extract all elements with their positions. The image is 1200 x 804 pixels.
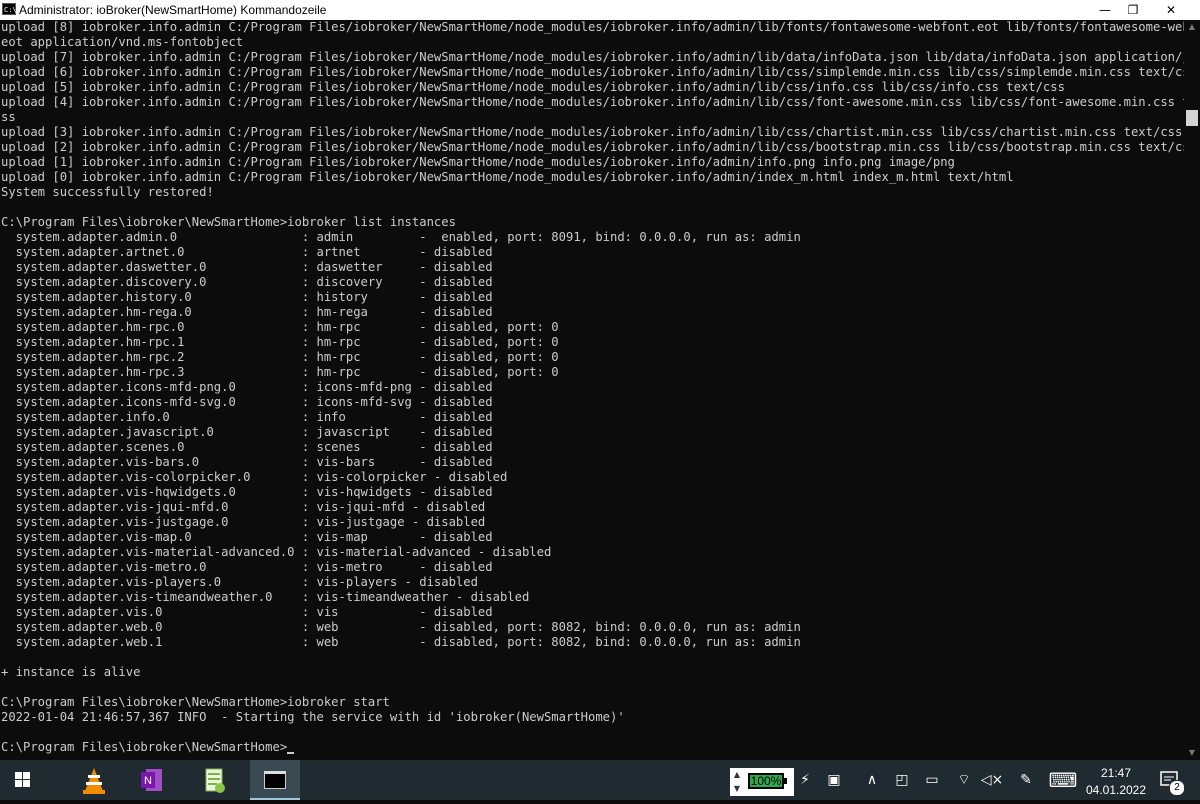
console-line: upload [7] iobroker.info.admin C:/Progra… [1,50,1184,64]
clock-time: 21:47 [1100,766,1132,780]
battery-widget-arrows[interactable]: ▲ ▼ [730,768,744,796]
scroll-thumb[interactable] [1186,110,1198,126]
console-line: system.adapter.discovery.0 : discovery -… [1,275,493,289]
console-line: system.adapter.vis-timeandweather.0 : vi… [1,590,530,604]
console-line: system.adapter.hm-rpc.0 : hm-rpc - disab… [1,320,559,334]
battery-widget[interactable]: ▲ ▼ 100% [730,768,794,796]
console-line: C:\Program Files\iobroker\NewSmartHome> [1,740,288,754]
console-line: system.adapter.vis-material-advanced.0 :… [1,545,552,559]
windows-logo-pane [23,780,30,787]
console-line: system.adapter.vis-justgage.0 : vis-just… [1,515,486,529]
onenote-icon: N [141,769,162,791]
console-line: 2022-01-04 21:46:57,367 INFO - Starting … [1,710,625,724]
console-line: system.adapter.vis-jqui-mfd.0 : vis-jqui… [1,500,486,514]
console-line: eot application/vnd.ms-fontobject [1,35,244,49]
console-line: system.adapter.hm-rega.0 : hm-rega - dis… [1,305,493,319]
console-line: upload [3] iobroker.info.admin C:/Progra… [1,125,1183,139]
scroll-up-arrow-icon[interactable]: ▲ [1184,20,1200,34]
console-line: system.adapter.info.0 : info - disabled [1,410,493,424]
console-line: system.adapter.daswetter.0 : daswetter -… [1,260,493,274]
console-line: upload [2] iobroker.info.admin C:/Progra… [1,140,1184,154]
console-line: upload [6] iobroker.info.admin C:/Progra… [1,65,1184,79]
console-output[interactable]: upload [8] iobroker.info.admin C:/Progra… [0,20,1184,760]
meet-now-icon[interactable]: ◰ [890,760,914,800]
console-line: system.adapter.artnet.0 : artnet - disab… [1,245,493,259]
battery-nub [784,778,787,784]
console-line: C:\Program Files\iobroker\NewSmartHome>i… [1,695,390,709]
taskbar-notepad-plus-button[interactable] [190,760,238,800]
console-line: system.adapter.scenes.0 : scenes - disab… [1,440,493,454]
close-button[interactable]: ✕ [1148,0,1194,20]
notepad-plus-icon [205,768,225,793]
scroll-down-arrow-icon[interactable]: ▼ [1184,746,1200,760]
clock[interactable]: 21:47 04.01.2022 [1082,760,1150,800]
clock-date: 04.01.2022 [1085,783,1147,797]
console-line: system.adapter.web.0 : web - disabled, p… [1,620,801,634]
title-bar[interactable]: C:\. Administrator: ioBroker(NewSmartHom… [0,0,1200,20]
console-line: system.adapter.icons-mfd-png.0 : icons-m… [1,380,493,394]
window-title: Administrator: ioBroker(NewSmartHome) Ko… [19,3,327,17]
console-line: upload [8] iobroker.info.admin C:/Progra… [1,20,1184,34]
cmd-app-icon: C:\. [2,3,21,15]
console-line: system.adapter.vis.0 : vis - disabled [1,605,493,619]
volume-muted-icon[interactable]: ◁× [980,760,1004,800]
wifi-icon[interactable]: ⌔ [952,760,976,800]
console-line: + instance is alive [1,665,141,679]
console-line: system.adapter.vis-hqwidgets.0 : vis-hqw… [1,485,493,499]
windows-logo-pane [23,772,30,779]
console-line: upload [1] iobroker.info.admin C:/Progra… [1,155,955,169]
touch-keyboard-icon[interactable]: ⌨ [1046,760,1080,800]
windows-logo-pane [15,780,22,787]
console-line: system.adapter.vis-metro.0 : vis-metro -… [1,560,493,574]
notification-center-button[interactable]: 2 [1158,768,1185,796]
taskbar-cmd-button[interactable] [250,760,300,800]
display-icon[interactable]: ▣ [820,760,848,800]
console-line: system.adapter.javascript.0 : javascript… [1,425,493,439]
vertical-scrollbar[interactable]: ▲ ▼ [1184,20,1200,760]
arrow-up-icon[interactable]: ▲ [730,768,744,782]
console-line: system.adapter.vis-colorpicker.0 : vis-c… [1,470,508,484]
console-line: system.adapter.hm-rpc.2 : hm-rpc - disab… [1,350,559,364]
console-line: ss [1,110,16,124]
battery-percentage: 100% [748,773,784,789]
pen-workspace-icon[interactable]: ✎ [1012,760,1040,800]
console-line: System successfully restored! [1,185,214,199]
console-line: system.adapter.web.1 : web - disabled, p… [1,635,801,649]
notification-count-badge: 2 [1169,780,1185,796]
taskbar-onenote-button[interactable]: N [128,760,176,800]
text-cursor [287,752,295,754]
windows-logo-pane [15,772,22,779]
console-line: system.adapter.icons-mfd-svg.0 : icons-m… [1,395,493,409]
console-line: system.adapter.admin.0 : admin - enabled… [1,230,801,244]
console-line: system.adapter.vis-players.0 : vis-playe… [1,575,478,589]
console-line: system.adapter.hm-rpc.1 : hm-rpc - disab… [1,335,559,349]
start-button[interactable] [0,760,44,800]
show-hidden-icons-chevron-icon[interactable]: ∧ [862,760,882,800]
power-plug-icon: ⚡ [800,772,810,788]
console-line: system.adapter.vis-bars.0 : vis-bars - d… [1,455,493,469]
console-line: system.adapter.vis-map.0 : vis-map - dis… [1,530,493,544]
console-line: C:\Program Files\iobroker\NewSmartHome>i… [1,215,456,229]
cmd-icon [264,771,286,789]
battery-icon[interactable]: ▭ [920,760,944,800]
vlc-icon [83,768,105,794]
console-line: upload [5] iobroker.info.admin C:/Progra… [1,80,1065,94]
console-line: upload [4] iobroker.info.admin C:/Progra… [1,95,1184,109]
arrow-down-icon[interactable]: ▼ [730,782,744,796]
taskbar-vlc-button[interactable] [70,760,118,800]
console-line: system.adapter.history.0 : history - dis… [1,290,493,304]
onenote-letter: N [144,775,152,787]
console-line: upload [0] iobroker.info.admin C:/Progra… [1,170,1014,184]
console-line: system.adapter.hm-rpc.3 : hm-rpc - disab… [1,365,559,379]
command-prompt-window[interactable]: C:\. Administrator: ioBroker(NewSmartHom… [0,0,1200,760]
